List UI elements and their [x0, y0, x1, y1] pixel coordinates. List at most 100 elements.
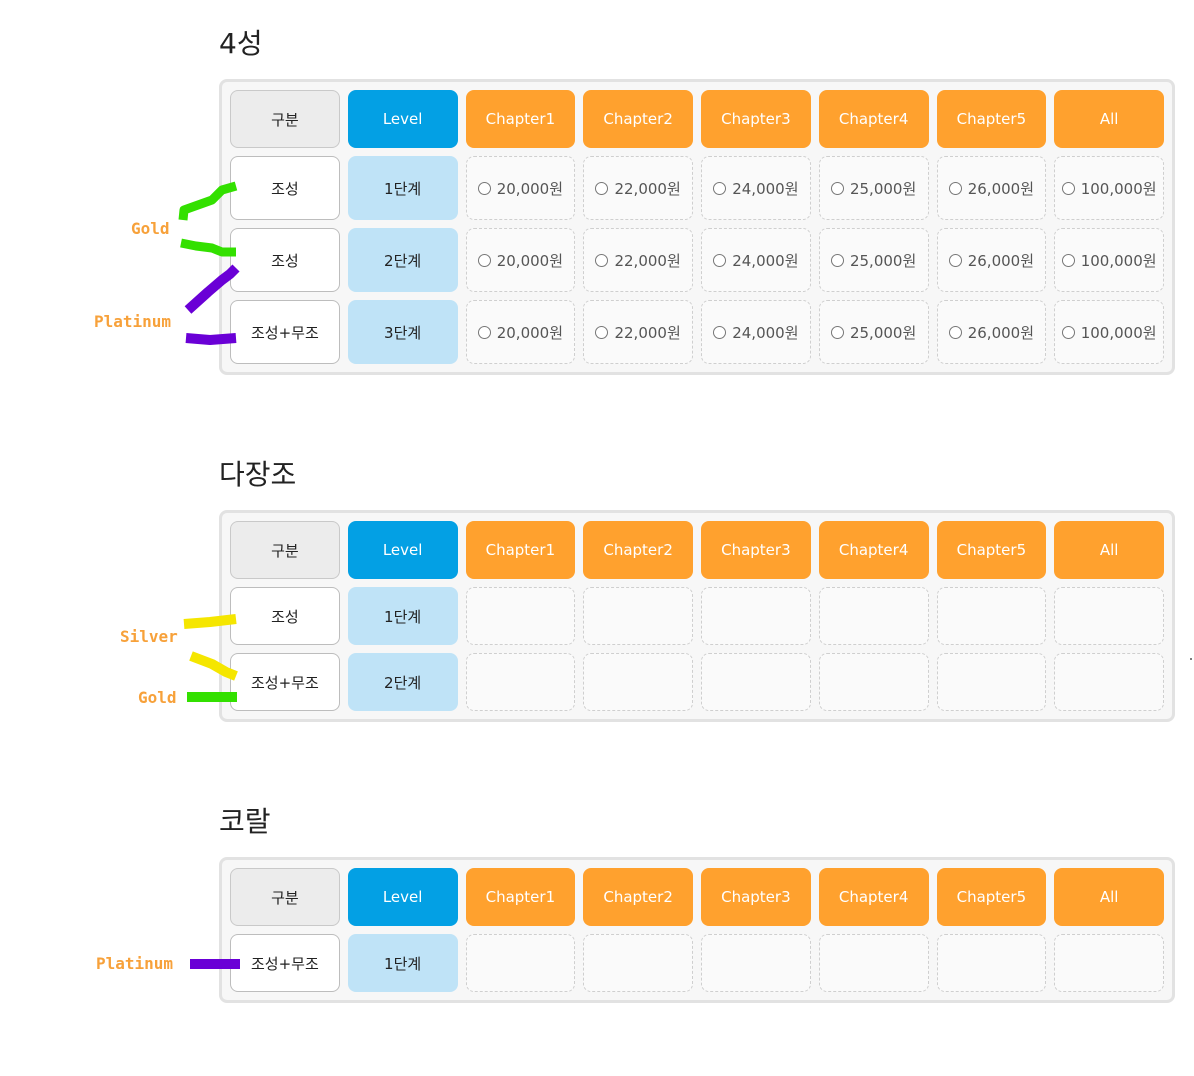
price-label: 25,000원 [849, 251, 917, 270]
header-chapter4: Chapter4 [818, 868, 929, 926]
price-label: 24,000원 [732, 179, 799, 198]
price-option-chapter3[interactable]: 24,000원 [701, 228, 811, 292]
price-option-all[interactable]: 100,000원 [1054, 300, 1164, 364]
empty-option-all [1054, 934, 1164, 992]
table-row: 조성+무조 3단계 20,000원 22,000원 24,000원 25,000… [230, 300, 1164, 364]
empty-option-chapter5 [936, 653, 1047, 711]
price-option-all[interactable]: 100,000원 [1054, 228, 1164, 292]
empty-option-chapter1 [465, 934, 576, 992]
radio-icon[interactable] [595, 253, 609, 267]
section-title-koral: 코랄 [219, 805, 271, 838]
empty-option-chapter3 [701, 653, 811, 711]
radio-icon[interactable] [713, 253, 727, 267]
price-label: 20,000원 [496, 179, 564, 198]
header-chapter5: Chapter5 [936, 868, 1047, 926]
price-option-chapter2[interactable]: 22,000원 [583, 300, 693, 364]
radio-icon[interactable] [830, 181, 844, 195]
category-cell: 조성 [230, 156, 340, 220]
radio-icon[interactable] [595, 325, 609, 339]
radio-icon[interactable] [477, 181, 491, 195]
table-row: 조성 1단계 20,000원 22,000원 24,000원 25,000원 2… [230, 156, 1164, 220]
annotation-platinum-label: Platinum [94, 312, 172, 331]
level-cell: 2단계 [347, 653, 458, 711]
price-label: 20,000원 [496, 323, 564, 342]
table-header-row: 구분 Level Chapter1 Chapter2 Chapter3 Chap… [230, 521, 1164, 579]
table-header-row: 구분 Level Chapter1 Chapter2 Chapter3 Chap… [230, 90, 1164, 148]
section-title-4seong: 4성 [219, 27, 263, 60]
price-table-dajangjo: 구분 Level Chapter1 Chapter2 Chapter3 Chap… [219, 510, 1175, 722]
price-label: 26,000원 [967, 323, 1035, 342]
header-chapter5: Chapter5 [936, 90, 1047, 148]
table-row: 조성+무조 2단계 [230, 653, 1164, 711]
price-option-chapter5[interactable]: 26,000원 [936, 156, 1047, 220]
price-option-chapter1[interactable]: 20,000원 [465, 156, 576, 220]
header-chapter2: Chapter2 [583, 521, 693, 579]
price-option-chapter4[interactable]: 25,000원 [818, 156, 929, 220]
header-all: All [1054, 868, 1164, 926]
price-label: 26,000원 [967, 251, 1035, 270]
price-label: 100,000원 [1080, 323, 1157, 342]
header-chapter2: Chapter2 [583, 868, 693, 926]
level-cell: 2단계 [347, 228, 458, 292]
price-option-chapter3[interactable]: 24,000원 [701, 300, 811, 364]
radio-icon[interactable] [830, 325, 844, 339]
price-option-chapter3[interactable]: 24,000원 [701, 156, 811, 220]
header-chapter1: Chapter1 [465, 521, 576, 579]
table-header-row: 구분 Level Chapter1 Chapter2 Chapter3 Chap… [230, 868, 1164, 926]
radio-icon[interactable] [1061, 253, 1075, 267]
price-label: 24,000원 [732, 251, 799, 270]
empty-option-chapter1 [465, 587, 576, 645]
table-row: 조성 2단계 20,000원 22,000원 24,000원 25,000원 2… [230, 228, 1164, 292]
header-chapter3: Chapter3 [701, 521, 811, 579]
price-option-chapter5[interactable]: 26,000원 [936, 300, 1047, 364]
header-chapter3: Chapter3 [701, 90, 811, 148]
empty-option-all [1054, 587, 1164, 645]
empty-option-chapter2 [583, 653, 693, 711]
radio-icon[interactable] [1061, 325, 1075, 339]
header-chapter4: Chapter4 [818, 90, 929, 148]
radio-icon[interactable] [830, 253, 844, 267]
price-option-chapter1[interactable]: 20,000원 [465, 228, 576, 292]
radio-icon[interactable] [713, 325, 727, 339]
radio-icon[interactable] [1061, 181, 1075, 195]
radio-icon[interactable] [595, 181, 609, 195]
radio-icon[interactable] [713, 181, 727, 195]
empty-option-chapter4 [818, 587, 929, 645]
header-chapter1: Chapter1 [465, 90, 576, 148]
level-cell: 1단계 [347, 156, 458, 220]
price-label: 20,000원 [496, 251, 564, 270]
price-table-koral: 구분 Level Chapter1 Chapter2 Chapter3 Chap… [219, 857, 1175, 1003]
empty-option-chapter2 [583, 934, 693, 992]
header-chapter4: Chapter4 [818, 521, 929, 579]
header-category: 구분 [230, 521, 340, 579]
radio-icon[interactable] [948, 181, 962, 195]
empty-option-chapter1 [465, 653, 576, 711]
radio-icon[interactable] [948, 253, 962, 267]
header-level: Level [347, 90, 458, 148]
header-chapter5: Chapter5 [936, 521, 1047, 579]
price-option-chapter5[interactable]: 26,000원 [936, 228, 1047, 292]
price-option-chapter2[interactable]: 22,000원 [583, 228, 693, 292]
empty-option-chapter5 [936, 587, 1047, 645]
annotation-silver-label: Silver [120, 627, 178, 646]
stray-dot [1190, 658, 1192, 660]
price-option-all[interactable]: 100,000원 [1054, 156, 1164, 220]
price-option-chapter4[interactable]: 25,000원 [818, 228, 929, 292]
header-category: 구분 [230, 868, 340, 926]
category-cell: 조성+무조 [230, 300, 340, 364]
price-label: 25,000원 [849, 179, 917, 198]
radio-icon[interactable] [477, 253, 491, 267]
level-cell: 1단계 [347, 587, 458, 645]
price-option-chapter1[interactable]: 20,000원 [465, 300, 576, 364]
price-label: 22,000원 [614, 179, 681, 198]
price-option-chapter4[interactable]: 25,000원 [818, 300, 929, 364]
price-label: 24,000원 [732, 323, 799, 342]
empty-option-all [1054, 653, 1164, 711]
radio-icon[interactable] [477, 325, 491, 339]
header-chapter2: Chapter2 [583, 90, 693, 148]
radio-icon[interactable] [948, 325, 962, 339]
annotation-platinum-label: Platinum [96, 954, 174, 973]
price-option-chapter2[interactable]: 22,000원 [583, 156, 693, 220]
price-label: 100,000원 [1080, 179, 1157, 198]
annotation-gold-label: Gold [131, 219, 170, 238]
